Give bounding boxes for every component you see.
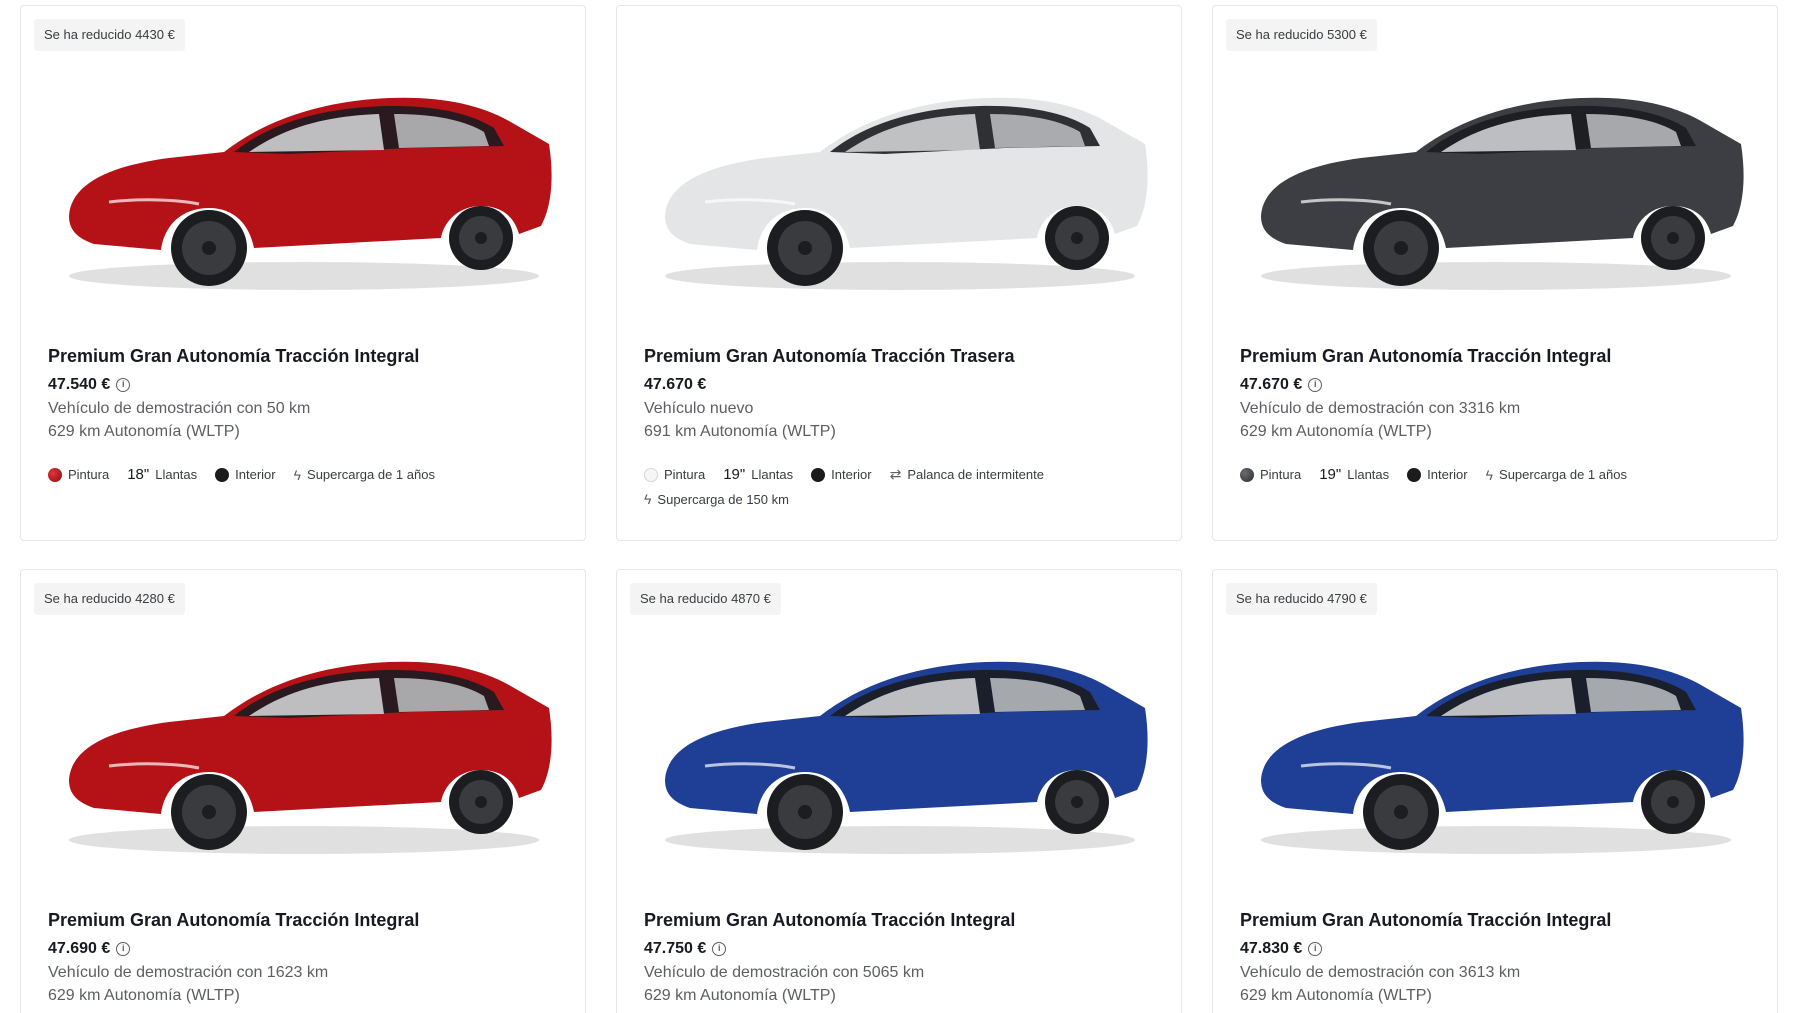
price-value: 47.540 € [48, 376, 111, 393]
spec-charging: ϟ Supercarga de 1 años [293, 466, 435, 483]
spec-wheels: 18" Llantas [127, 466, 198, 483]
paint-swatch-icon [644, 467, 658, 482]
paint-swatch-icon [48, 467, 62, 482]
vehicle-title: Premium Gran Autonomía Tracción Trasera [644, 346, 1015, 366]
inventory-card[interactable]: Se ha reducido 4280 € Premium Gran Auton… [20, 569, 586, 1013]
vehicle-condition: Vehículo de demostración con 3613 km [1240, 964, 1521, 981]
price-row: 47.830 € i [1240, 940, 1323, 958]
vehicle-range: 629 km Autonomía (WLTP) [644, 987, 836, 1004]
price-row: 47.540 € i [48, 376, 131, 394]
spec-paint: Pintura [1240, 467, 1301, 482]
vehicle-title: Premium Gran Autonomía Tracción Integral [48, 346, 420, 366]
spec-interior: Interior [1407, 467, 1468, 482]
vehicle-title: Premium Gran Autonomía Tracción Integral [1240, 910, 1612, 930]
lightning-icon: ϟ [1485, 466, 1494, 483]
price-row: 47.670 € [644, 376, 706, 394]
car-image [1259, 96, 1746, 292]
paint-swatch-icon [1240, 467, 1254, 482]
vehicle-condition: Vehículo de demostración con 50 km [48, 400, 311, 417]
swap-arrows-icon: ⇄ [889, 466, 902, 482]
car-image [67, 96, 554, 292]
info-icon[interactable]: i [116, 942, 131, 956]
inventory-card[interactable]: Se ha reducido 4430 € Premium Gran Auton… [20, 5, 586, 541]
spec-turn-signal: ⇄ Palanca de intermitente [889, 466, 1044, 482]
lightning-icon: ϟ [293, 466, 302, 483]
price-value: 47.690 € [48, 940, 111, 957]
price-reduction-badge: Se ha reducido 4280 € [34, 583, 185, 615]
vehicle-condition: Vehículo nuevo [644, 400, 754, 417]
car-image [663, 660, 1150, 856]
spec-interior: Interior [811, 467, 872, 482]
price-reduction-badge: Se ha reducido 4430 € [34, 19, 185, 51]
price-row: 47.670 € i [1240, 376, 1323, 394]
lightning-icon: ϟ [644, 491, 652, 507]
spec-charging: ϟ Supercarga de 150 km [644, 491, 789, 507]
vehicle-range: 629 km Autonomía (WLTP) [1240, 987, 1432, 1004]
vehicle-title: Premium Gran Autonomía Tracción Integral [48, 910, 420, 930]
spec-paint: Pintura [48, 467, 109, 482]
interior-swatch-icon [215, 467, 230, 482]
price-reduction-badge: Se ha reducido 4870 € [630, 583, 781, 615]
price-row: 47.750 € i [644, 940, 727, 958]
inventory-card[interactable]: Se ha reducido 4870 € Premium Gran Auton… [616, 569, 1182, 1013]
vehicle-title: Premium Gran Autonomía Tracción Integral [1240, 346, 1612, 366]
vehicle-range: 691 km Autonomía (WLTP) [644, 423, 836, 440]
vehicle-range: 629 km Autonomía (WLTP) [48, 987, 240, 1004]
inventory-card[interactable]: Premium Gran Autonomía Tracción Trasera … [616, 5, 1182, 541]
price-reduction-badge: Se ha reducido 4790 € [1226, 583, 1377, 615]
interior-swatch-icon [1407, 467, 1422, 482]
vehicle-range: 629 km Autonomía (WLTP) [48, 423, 240, 440]
spec-wheels: 19" Llantas [723, 466, 794, 483]
price-value: 47.670 € [644, 376, 707, 393]
spec-list: Pintura 19" Llantas Interior ⇄ Palanca de … [644, 466, 1164, 507]
vehicle-condition: Vehículo de demostración con 5065 km [644, 964, 925, 981]
vehicle-condition: Vehículo de demostración con 1623 km [48, 964, 329, 981]
price-value: 47.830 € [1240, 940, 1303, 957]
info-icon[interactable]: i [1308, 378, 1323, 392]
spec-list: Pintura 18" Llantas Interior ϟ Supercarga … [48, 466, 568, 483]
spec-wheels: 19" Llantas [1319, 466, 1390, 483]
info-icon[interactable]: i [712, 942, 727, 956]
car-image [67, 660, 554, 856]
price-row: 47.690 € i [48, 940, 131, 958]
spec-charging: ϟ Supercarga de 1 años [1485, 466, 1627, 483]
vehicle-range: 629 km Autonomía (WLTP) [1240, 423, 1432, 440]
price-value: 47.670 € [1240, 376, 1303, 393]
interior-swatch-icon [811, 467, 826, 482]
spec-list: Pintura 19" Llantas Interior ϟ Supercarga … [1240, 466, 1760, 483]
car-image [1259, 660, 1746, 856]
price-value: 47.750 € [644, 940, 707, 957]
spec-interior: Interior [215, 467, 276, 482]
inventory-card[interactable]: Se ha reducido 5300 € Premium Gran Auton… [1212, 5, 1778, 541]
vehicle-title: Premium Gran Autonomía Tracción Integral [644, 910, 1016, 930]
inventory-card[interactable]: Se ha reducido 4790 € Premium Gran Auton… [1212, 569, 1778, 1013]
info-icon[interactable]: i [1308, 942, 1323, 956]
spec-paint: Pintura [644, 467, 705, 482]
info-icon[interactable]: i [116, 378, 131, 392]
vehicle-condition: Vehículo de demostración con 3316 km [1240, 400, 1521, 417]
car-image [663, 96, 1150, 292]
price-reduction-badge: Se ha reducido 5300 € [1226, 19, 1377, 51]
